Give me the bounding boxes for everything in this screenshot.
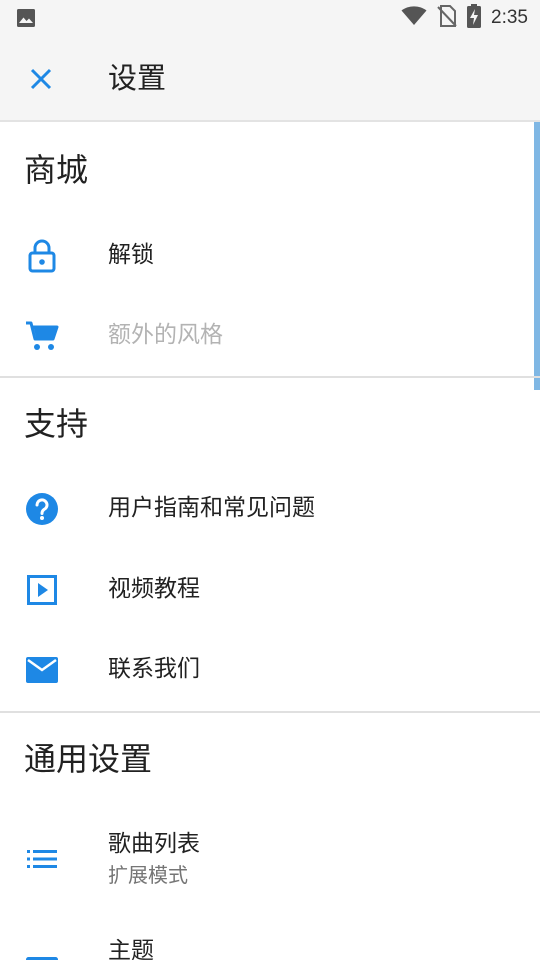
battery-charging-icon [467,4,482,32]
play-video-icon [24,572,60,608]
settings-item-video-tutorials[interactable]: 视频教程 [0,550,534,630]
page-title: 设置 [108,61,167,95]
section-divider [0,376,540,378]
settings-item-label: 额外的风格 [108,322,223,348]
section-title-store: 商城 [24,151,89,189]
status-icons: 2:35 [401,0,528,36]
app-bar: 设置 [0,36,540,122]
section-divider [0,711,540,713]
shopping-cart-icon [24,318,60,354]
scrollbar[interactable] [534,122,540,390]
settings-item-label: 解锁 [108,242,154,268]
image-notification-icon [16,8,36,32]
settings-item-theme[interactable]: 主题 [0,930,534,960]
lock-icon [24,238,60,274]
settings-item-label: 歌曲列表 [108,831,200,857]
section-title-general: 通用设置 [24,740,153,778]
settings-item-label: 主题 [108,938,154,960]
status-time: 2:35 [491,7,528,28]
settings-item-sublabel: 扩展模式 [108,863,188,887]
theme-icon [24,952,60,960]
close-icon [30,68,52,90]
settings-item-user-guide[interactable]: 用户指南和常见问题 [0,469,534,549]
section-title-support: 支持 [24,405,89,443]
help-icon [24,491,60,527]
close-button[interactable] [18,56,64,102]
list-icon [24,841,60,877]
no-sim-icon [437,5,457,31]
settings-item-unlock[interactable]: 解锁 [0,216,534,296]
settings-item-label: 视频教程 [108,576,200,602]
email-icon [24,652,60,688]
settings-item-label: 用户指南和常见问题 [108,495,315,521]
settings-item-label: 联系我们 [108,656,200,682]
settings-item-song-list[interactable]: 歌曲列表 扩展模式 [0,815,534,905]
status-bar: 2:35 [0,0,540,36]
wifi-icon [401,6,427,30]
settings-item-contact-us[interactable]: 联系我们 [0,630,534,710]
settings-item-extra-styles[interactable]: 额外的风格 [0,296,534,376]
